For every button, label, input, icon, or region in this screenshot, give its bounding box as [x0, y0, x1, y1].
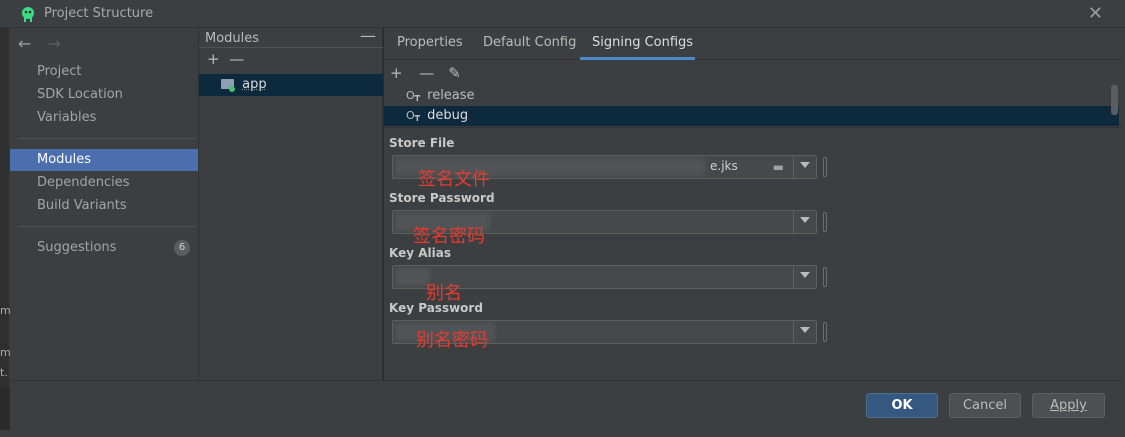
annotation-key-password: 别名密码	[416, 330, 488, 351]
config-item-debug[interactable]: O┳ debug	[384, 106, 1119, 126]
sidebar-divider	[18, 138, 196, 139]
window-edge	[1121, 28, 1125, 430]
background-window-toolbar	[0, 430, 1125, 437]
sidebar-item-project[interactable]: Project	[10, 61, 198, 83]
combo-separator	[793, 156, 794, 178]
remove-config-icon[interactable]: —	[419, 64, 444, 82]
sidebar: ← → Project SDK Location Variables Modul…	[10, 28, 198, 380]
signing-config-list: O┳ release O┳ debug	[384, 86, 1121, 126]
close-icon[interactable]: ✕	[1088, 3, 1103, 24]
combo-separator	[793, 211, 794, 233]
folder-browse-icon[interactable]: ▬	[773, 160, 784, 174]
history-nav: ← →	[18, 34, 73, 54]
android-icon	[22, 7, 34, 22]
annotation-store-file: 签名文件	[418, 169, 490, 190]
field-side-handle	[823, 322, 827, 342]
config-item-release[interactable]: O┳ release	[384, 86, 1119, 106]
store-file-label: Store File	[389, 136, 455, 150]
list-scrollbar[interactable]	[1111, 85, 1118, 115]
config-label: release	[427, 88, 475, 103]
suggestions-count-badge: 6	[174, 240, 190, 256]
key-icon: O┳	[406, 89, 421, 102]
back-arrow-icon[interactable]: ←	[18, 34, 31, 53]
chevron-down-icon[interactable]	[800, 217, 810, 223]
combo-separator	[793, 266, 794, 288]
signing-toolbar: + — ✎	[390, 64, 473, 82]
module-status-icon	[229, 86, 235, 92]
store-password-label: Store Password	[389, 191, 495, 205]
ok-button[interactable]: OK	[866, 393, 938, 418]
field-side-handle	[823, 157, 827, 177]
cancel-button[interactable]: Cancel	[949, 393, 1021, 418]
signing-form: Store File e.jks ▬ 签名文件 Store Password 签…	[384, 127, 1121, 380]
tab-bar: Properties Default Config Signing Config…	[384, 28, 1121, 60]
active-tab-indicator	[580, 57, 695, 60]
main-panel: Properties Default Config Signing Config…	[384, 28, 1121, 380]
chevron-down-icon[interactable]	[800, 272, 810, 278]
title-bar: Project Structure ✕	[0, 0, 1125, 28]
modules-panel: Modules — + — app	[198, 26, 383, 380]
edit-config-icon[interactable]: ✎	[448, 64, 473, 82]
sidebar-item-variables[interactable]: Variables	[10, 107, 198, 129]
config-label: debug	[427, 108, 469, 123]
key-password-label: Key Password	[389, 301, 483, 315]
module-label: app	[242, 77, 267, 92]
sidebar-item-build-variants[interactable]: Build Variants	[10, 195, 198, 217]
background-window-strip: m m t.	[0, 28, 11, 388]
modules-header: Modules	[205, 31, 260, 46]
window-title: Project Structure	[44, 6, 154, 21]
module-item-app[interactable]: app	[199, 74, 383, 96]
sidebar-item-label: Suggestions	[37, 240, 117, 255]
apply-button[interactable]: Apply	[1032, 393, 1105, 418]
sidebar-item-suggestions[interactable]: Suggestions 6	[10, 237, 198, 259]
header-divider	[199, 47, 383, 48]
store-file-value: e.jks	[710, 159, 738, 173]
annotation-store-password: 签名密码	[413, 226, 485, 247]
tab-properties[interactable]: Properties	[397, 35, 463, 60]
remove-module-icon[interactable]: —	[229, 50, 247, 68]
modules-toolbar: + —	[207, 50, 247, 68]
add-module-icon[interactable]: +	[207, 50, 225, 68]
chevron-down-icon[interactable]	[800, 327, 810, 333]
sidebar-divider	[18, 226, 196, 227]
chevron-down-icon[interactable]	[800, 162, 810, 168]
collapse-panel-icon[interactable]: —	[360, 26, 376, 45]
forward-arrow-icon[interactable]: →	[48, 34, 61, 53]
combo-separator	[793, 321, 794, 343]
tab-default-config[interactable]: Default Config	[483, 35, 576, 60]
sidebar-item-sdk-location[interactable]: SDK Location	[10, 84, 198, 106]
add-config-icon[interactable]: +	[390, 64, 415, 82]
background-text-fragment: t.	[0, 366, 8, 379]
redacted-text	[395, 268, 430, 286]
field-side-handle	[823, 267, 827, 287]
key-icon: O┳	[406, 109, 421, 122]
field-side-handle	[823, 212, 827, 232]
sidebar-item-modules[interactable]: Modules	[10, 149, 198, 171]
sidebar-item-dependencies[interactable]: Dependencies	[10, 172, 198, 194]
dialog-button-bar: OK Cancel Apply	[10, 380, 1121, 430]
key-alias-label: Key Alias	[389, 246, 451, 260]
